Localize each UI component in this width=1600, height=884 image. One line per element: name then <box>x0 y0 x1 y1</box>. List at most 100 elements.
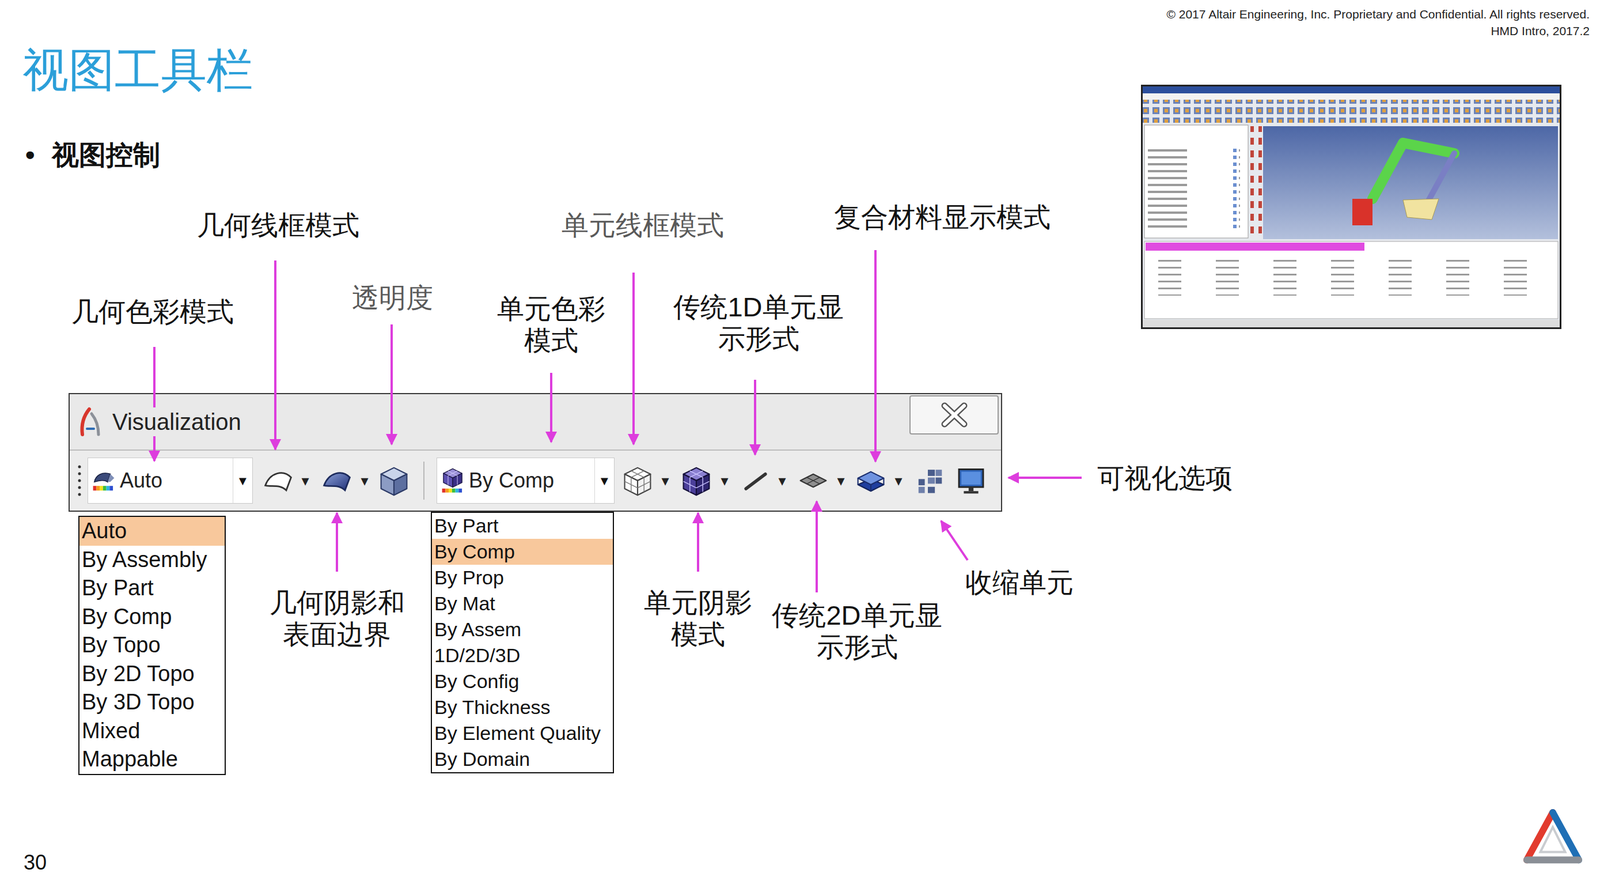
menu-item[interactable]: By Topo <box>79 630 225 660</box>
annotation-text: 传统2D单元显 <box>764 598 950 631</box>
element-shaded-button[interactable] <box>677 464 716 497</box>
menu-item[interactable]: By Part <box>431 512 613 539</box>
element-color-icon <box>439 467 466 494</box>
element-color-combo[interactable]: By Comp ▼ <box>436 457 615 504</box>
menu-item[interactable]: By Domain <box>431 745 613 772</box>
annotation-label: 单元阴影模式 <box>640 586 756 650</box>
annotation-label: 传统2D单元显示形式 <box>764 598 950 663</box>
toolbar-grip[interactable] <box>74 463 85 498</box>
dropdown-arrow[interactable]: ▼ <box>232 457 253 503</box>
annotation-arrow <box>274 260 277 450</box>
transparency-cube-icon <box>377 464 411 497</box>
annotation-arrow <box>874 249 877 462</box>
annotation-text: 单元线框模式 <box>561 209 724 241</box>
dropdown-arrow[interactable]: ▾ <box>355 471 374 489</box>
shrink-elements-button[interactable] <box>912 464 944 497</box>
slide: © 2017 Altair Engineering, Inc. Propriet… <box>0 0 1600 884</box>
line-element-icon <box>739 464 772 497</box>
dropdown-arrow[interactable]: ▾ <box>772 471 792 489</box>
dropdown-arrow[interactable]: ▾ <box>831 471 851 489</box>
transparency-button[interactable] <box>376 464 412 497</box>
annotation-label: 单元线框模式 <box>561 209 724 241</box>
shrink-elements-icon <box>912 464 944 497</box>
monitor-icon <box>954 464 988 497</box>
visualization-toolbar-window: Visualization <box>68 392 1003 512</box>
course-text: HMD Intro, 2017.2 <box>22 22 1590 40</box>
annotation-arrow <box>753 379 757 455</box>
annotation-arrow <box>390 324 393 445</box>
legacy-1d-button[interactable] <box>738 464 773 497</box>
annotation-text: 传统1D单元显 <box>666 290 851 323</box>
menu-item[interactable]: By 3D Topo <box>79 687 225 717</box>
annotation-label: 可视化选项 <box>1097 461 1233 494</box>
dropdown-arrow[interactable]: ▼ <box>594 457 614 503</box>
copyright-text: © 2017 Altair Engineering, Inc. Propriet… <box>22 5 1590 23</box>
annotation-arrows <box>0 0 1600 884</box>
annotation-text: 表面边界 <box>256 617 418 650</box>
geometry-wireframe-icon <box>262 464 295 497</box>
menu-item[interactable]: By Comp <box>431 538 613 565</box>
menu-item[interactable]: By Assembly <box>79 545 225 575</box>
annotation-label: 几何线框模式 <box>196 209 360 241</box>
element-color-value: By Comp <box>468 467 595 494</box>
annotation-text: 模式 <box>493 324 609 356</box>
altair-logo-icon <box>1518 806 1587 868</box>
annotation-label: 收缩单元 <box>965 566 1074 598</box>
element-shaded-icon <box>680 464 713 497</box>
dropdown-arrow[interactable]: ▾ <box>715 471 734 489</box>
menu-item[interactable]: 1D/2D/3D <box>431 642 613 669</box>
menu-item[interactable]: By Part <box>79 573 225 603</box>
geometry-wireframe-button[interactable] <box>260 464 297 497</box>
dropdown-arrow[interactable]: ▾ <box>889 471 908 489</box>
annotation-text: 单元色彩 <box>493 292 609 325</box>
menu-item[interactable]: By Element Quality <box>431 719 613 746</box>
grip-icon <box>76 463 83 498</box>
dropdown-arrow[interactable]: ▾ <box>656 471 675 489</box>
element-wireframe-button[interactable] <box>619 464 657 497</box>
annotation-text: 透明度 <box>351 281 434 314</box>
annotation-text: 模式 <box>640 617 756 650</box>
annotation-text: 示形式 <box>764 630 950 663</box>
window-titlebar[interactable]: Visualization <box>69 393 1002 451</box>
annotation-text: 单元阴影 <box>640 586 756 618</box>
visualization-options-button[interactable] <box>952 464 990 497</box>
menu-item[interactable]: By Mat <box>431 590 613 617</box>
annotation-text: 几何阴影和 <box>256 586 418 618</box>
geometry-color-combo[interactable]: Auto ▼ <box>87 457 253 504</box>
annotation-label: 单元色彩模式 <box>493 292 609 356</box>
menu-item[interactable]: Auto <box>79 516 225 546</box>
element-color-menu: By PartBy CompBy PropBy MatBy Assem1D/2D… <box>430 511 614 773</box>
annotation-arrow <box>550 372 553 442</box>
geometry-color-icon <box>90 467 117 494</box>
annotation-text: 几何线框模式 <box>196 209 360 241</box>
annotation-arrow <box>153 346 156 461</box>
element-wireframe-icon <box>621 464 654 497</box>
close-icon <box>939 402 969 428</box>
bullet-mark: • <box>25 138 35 172</box>
menu-item[interactable]: By Comp <box>79 602 225 632</box>
geometry-color-value: Auto <box>119 467 233 494</box>
menu-item[interactable]: By Config <box>431 668 613 695</box>
visualization-toolbar: Auto ▼ ▾ ▾ <box>69 450 1002 511</box>
menu-item[interactable]: By Thickness <box>431 694 613 720</box>
menu-item[interactable]: By Assem <box>431 616 613 643</box>
copyright-note: © 2017 Altair Engineering, Inc. Propriet… <box>22 5 1590 40</box>
composite-display-button[interactable] <box>852 464 890 497</box>
annotation-label: 传统1D单元显示形式 <box>666 290 851 355</box>
page-number: 30 <box>23 850 47 875</box>
annotation-label: 透明度 <box>351 281 434 314</box>
menu-item[interactable]: By Prop <box>431 564 613 591</box>
close-button[interactable] <box>909 395 999 435</box>
window-title: Visualization <box>110 407 244 436</box>
geometry-color-menu: AutoBy AssemblyBy PartBy CompBy TopoBy 2… <box>78 515 226 775</box>
annotation-text: 几何色彩模式 <box>71 295 234 328</box>
dropdown-arrow[interactable]: ▾ <box>296 471 315 489</box>
legacy-2d-button[interactable] <box>794 464 832 497</box>
menu-item[interactable]: Mixed <box>79 716 225 746</box>
menu-item[interactable]: By 2D Topo <box>79 659 225 689</box>
composite-layers-icon <box>854 464 887 497</box>
geometry-shaded-button[interactable] <box>318 464 356 497</box>
menu-item[interactable]: Mappable <box>79 744 225 774</box>
bullet-text: 视图控制 <box>51 138 161 172</box>
geometry-shaded-icon <box>320 464 354 497</box>
